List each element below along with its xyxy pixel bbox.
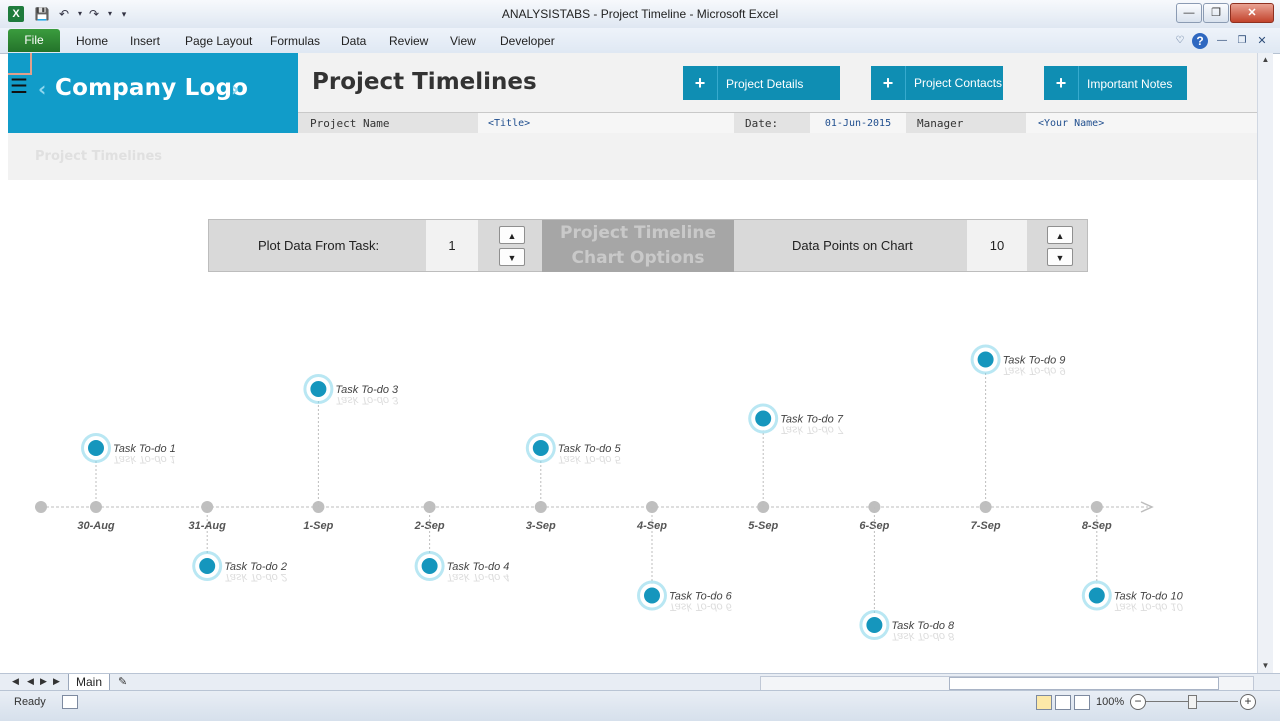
task-marker — [421, 558, 438, 574]
scroll-thumb[interactable] — [949, 677, 1219, 690]
axis-start-dot — [35, 501, 47, 513]
axis-date-label: 1-Sep — [303, 520, 333, 532]
sheet-tab-bar: ◀ ◀ ▶ ▶ Main ✎ — [0, 673, 1280, 691]
task-marker — [755, 410, 772, 427]
axis-date-label: 8-Sep — [1082, 520, 1112, 532]
axis-date-label: 7-Sep — [971, 520, 1001, 532]
sheet-tab-main[interactable]: Main — [68, 674, 110, 691]
task-label-reflection: Task To-do 1 — [113, 453, 176, 465]
task-label-reflection: Task To-do 4 — [447, 571, 510, 583]
workbook-minimize-icon[interactable]: — — [1214, 33, 1230, 49]
task-marker — [866, 617, 883, 633]
tab-data[interactable]: Data — [341, 34, 366, 48]
workbook-restore-icon[interactable]: ❐ — [1234, 33, 1250, 49]
task-label-reflection: Task To-do 9 — [1003, 365, 1066, 377]
task-label-reflection: Task To-do 6 — [669, 601, 733, 613]
worksheet[interactable]: ☰ ‹ Company Logo › Project Timelines + P… — [8, 53, 1257, 673]
task-marker — [977, 351, 994, 368]
workbook-close-icon[interactable]: ✕ — [1254, 33, 1270, 49]
timeline-chart: 30-Aug 31-Aug 1-Sep 2-Sep 3-Sep 4-Sep 5-Sep 6-S… — [35, 344, 1184, 642]
restore-button[interactable]: ❐ — [1203, 3, 1229, 23]
task-label-reflection: Task To-do 2 — [224, 571, 287, 583]
task-label-reflection: Task To-do 8 — [891, 630, 955, 642]
task-marker — [1088, 587, 1105, 604]
title-bar: X 💾 ↶ ▾ ↷ ▾ ▾ ANALYSISTABS - Project Tim… — [0, 0, 1280, 29]
tab-view[interactable]: View — [450, 34, 476, 48]
zoom-level[interactable]: 100% — [1096, 696, 1124, 708]
tab-page-layout[interactable]: Page Layout — [185, 34, 252, 48]
task-marker — [532, 440, 549, 456]
horizontal-scrollbar[interactable] — [760, 676, 1254, 691]
task-marker — [199, 558, 216, 574]
task-label-reflection: Task To-do 3 — [335, 394, 399, 406]
tab-developer[interactable]: Developer — [500, 34, 555, 48]
axis-date-label: 30-Aug — [77, 520, 115, 532]
axis-date-label: 3-Sep — [526, 520, 556, 532]
axis-date-label: 5-Sep — [748, 520, 778, 532]
page-layout-view-icon[interactable] — [1055, 695, 1071, 710]
macro-record-icon[interactable] — [62, 695, 78, 709]
tab-review[interactable]: Review — [389, 34, 428, 48]
scroll-down-icon[interactable]: ▼ — [1258, 659, 1273, 673]
scroll-up-icon[interactable]: ▲ — [1258, 53, 1273, 67]
zoom-slider-thumb[interactable] — [1188, 695, 1197, 709]
task-label-reflection: Task To-do 7 — [780, 424, 844, 436]
task-marker — [310, 381, 327, 397]
insert-sheet-icon[interactable]: ✎ — [118, 675, 127, 688]
axis-date-label: 6-Sep — [859, 520, 889, 532]
minimize-button[interactable]: — — [1176, 3, 1202, 23]
help-icon[interactable]: ? — [1192, 33, 1208, 49]
normal-view-icon[interactable] — [1036, 695, 1052, 710]
tab-formulas[interactable]: Formulas — [270, 34, 320, 48]
ribbon-tabs: File Home Insert Page Layout Formulas Da… — [0, 28, 1280, 54]
tab-file[interactable]: File — [8, 29, 60, 52]
zoom-out-icon[interactable]: − — [1130, 694, 1146, 710]
status-ready: Ready — [14, 696, 46, 708]
axis-date-label: 4-Sep — [636, 520, 667, 532]
window-title: ANALYSISTABS - Project Timeline - Micros… — [501, 7, 779, 21]
close-button[interactable]: ✕ — [1230, 3, 1274, 23]
minimize-ribbon-icon[interactable]: ♡ — [1172, 33, 1188, 49]
status-bar: Ready 100% − + — [0, 690, 1280, 721]
tab-insert[interactable]: Insert — [130, 34, 160, 48]
last-sheet-icon[interactable]: ▶ — [53, 676, 60, 687]
task-label-reflection: Task To-do 10 — [1114, 601, 1184, 613]
vertical-scrollbar[interactable]: ▲ ▼ — [1257, 53, 1273, 673]
task-marker — [644, 587, 660, 604]
prev-sheet-icon[interactable]: ◀ — [27, 676, 34, 687]
zoom-in-icon[interactable]: + — [1240, 694, 1256, 710]
task-label-reflection: Task To-do 5 — [558, 453, 622, 465]
next-sheet-icon[interactable]: ▶ — [40, 676, 47, 687]
page-break-view-icon[interactable] — [1074, 695, 1090, 710]
axis-date-label: 2-Sep — [414, 520, 445, 532]
first-sheet-icon[interactable]: ◀ — [12, 676, 19, 687]
tab-home[interactable]: Home — [76, 34, 108, 48]
task-marker — [88, 440, 104, 456]
axis-date-label: 31-Aug — [189, 520, 227, 532]
